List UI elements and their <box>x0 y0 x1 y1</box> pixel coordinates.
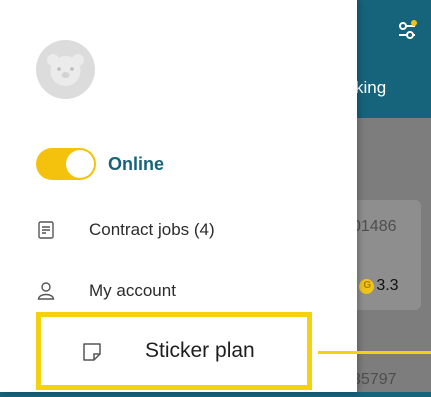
menu-item-label: My account <box>89 281 176 300</box>
online-status-row: Online <box>36 148 164 180</box>
highlight-leader-line <box>318 351 431 354</box>
person-icon <box>37 282 55 300</box>
tab-partial[interactable]: king <box>355 78 386 98</box>
price-value: 3.3 <box>376 277 399 294</box>
menu-item-sticker-plan[interactable]: Sticker plan <box>36 312 312 390</box>
menu-item-my-account[interactable]: My account <box>36 281 176 301</box>
menu-item-contract-jobs[interactable]: Contract jobs (4) <box>36 220 215 240</box>
job-price: - 3.3 <box>352 277 399 295</box>
online-toggle[interactable] <box>36 148 96 180</box>
sticker-icon <box>83 343 101 361</box>
avatar[interactable] <box>36 40 95 99</box>
bear-avatar-icon <box>47 54 84 86</box>
menu-item-label: Sticker plan <box>145 339 255 362</box>
toggle-knob <box>66 150 94 178</box>
coin-icon <box>359 278 375 294</box>
online-label: Online <box>108 153 165 174</box>
menu-item-label: Contract jobs (4) <box>89 220 215 239</box>
filter-icon[interactable] <box>396 20 418 42</box>
job-id-2: 35797 <box>352 371 397 388</box>
bottom-bar <box>0 392 431 397</box>
job-id: 01486 <box>352 218 397 235</box>
document-list-icon <box>38 221 54 239</box>
